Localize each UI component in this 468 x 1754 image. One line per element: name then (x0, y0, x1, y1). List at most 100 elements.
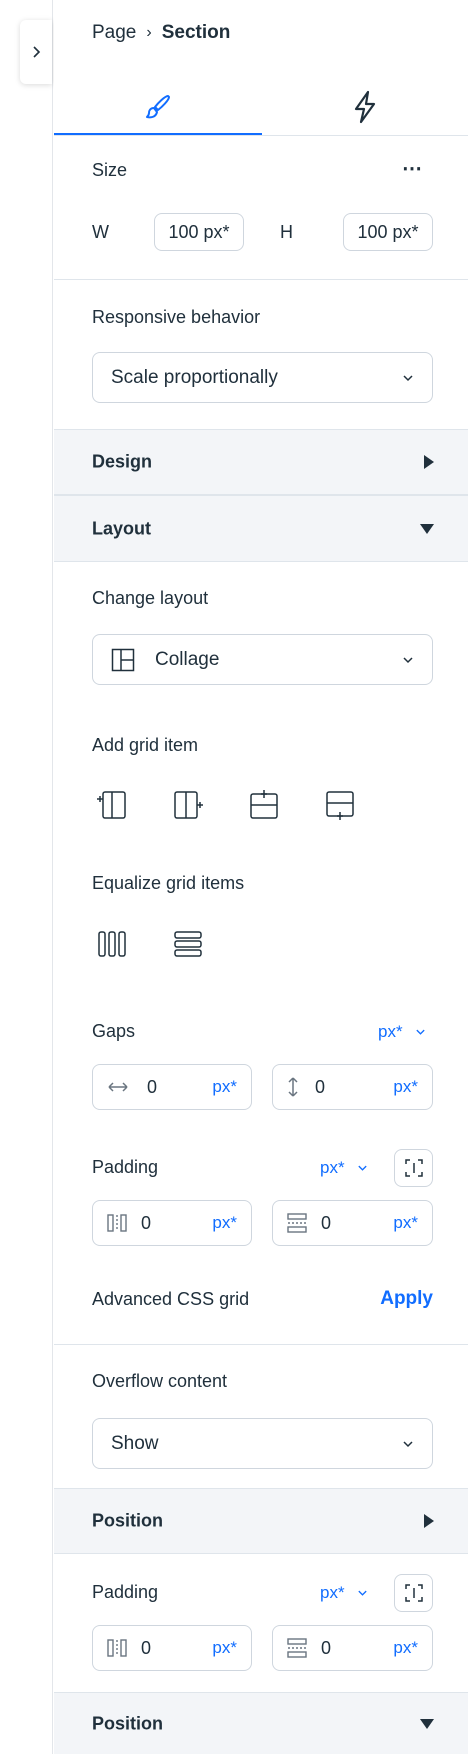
height-value: 100 px* (357, 221, 419, 242)
chevron-down-icon (403, 656, 413, 663)
width-label: W (92, 222, 109, 242)
add-grid-item-label: Add grid item (92, 735, 199, 755)
add-row-top-button[interactable] (244, 785, 284, 825)
horizontal-padding-unit: px* (212, 1638, 237, 1657)
vertical-padding-input[interactable]: 0 px* (272, 1200, 433, 1246)
horizontal-padding-unit: px* (212, 1213, 237, 1232)
apply-css-grid-button[interactable]: Apply (380, 1288, 433, 1310)
layout-title: Layout (92, 518, 152, 538)
vertical-gap-value: 0 (315, 1076, 326, 1097)
vertical-gap-unit: px* (393, 1077, 418, 1096)
horizontal-padding-value: 0 (141, 1212, 152, 1233)
change-layout-dropdown[interactable]: Collage (92, 634, 433, 685)
vertical-gap-input[interactable]: 0 px* (272, 1064, 433, 1110)
horizontal-gap-input[interactable]: 0 px* (92, 1064, 252, 1110)
divider (54, 1344, 468, 1345)
lightning-icon (354, 90, 376, 124)
responsive-behavior-dropdown[interactable]: Scale proportionally (92, 352, 433, 403)
position-title: Position (92, 1510, 163, 1531)
chevron-down-icon (357, 1590, 367, 1596)
design-title: Design (92, 451, 153, 472)
width-value: 100 px* (168, 221, 230, 242)
vertical-padding-value: 0 (321, 1637, 332, 1658)
position-section-header[interactable]: Position (54, 1488, 468, 1554)
divider (54, 279, 468, 280)
tabs-divider (54, 135, 468, 136)
padding-unit-value: px* (320, 1158, 345, 1177)
padding-individual-sides-button[interactable] (394, 1574, 433, 1612)
responsive-behavior-value: Scale proportionally (111, 366, 278, 388)
breadcrumb-page[interactable]: Page (92, 22, 136, 44)
equalize-rows-button[interactable] (168, 924, 208, 964)
triangle-right-icon (424, 1514, 434, 1528)
change-layout-label: Change layout (92, 588, 209, 608)
overflow-content-value: Show (111, 1432, 159, 1454)
vertical-padding-input[interactable]: 0 px* (272, 1625, 433, 1671)
position-title: Position (92, 1713, 163, 1733)
tab-interactions[interactable] (262, 78, 468, 136)
inspector-panel: Page › Section Size ⋯ W 100 px* H 100 px… (54, 0, 468, 1754)
brush-icon (146, 95, 170, 119)
add-column-left-button[interactable] (92, 785, 132, 825)
chevron-right-icon (33, 46, 41, 58)
vertical-padding-unit: px* (393, 1213, 418, 1232)
equalize-columns-icon (98, 931, 126, 957)
triangle-down-icon (420, 523, 434, 534)
horizontal-padding-icon (107, 1214, 127, 1232)
add-row-top-icon (250, 790, 278, 819)
design-section-header[interactable]: Design (54, 429, 468, 495)
gaps-unit-select[interactable]: px* (378, 1022, 426, 1042)
chevron-down-icon (403, 1440, 413, 1447)
expand-panel-button[interactable] (20, 20, 52, 84)
breadcrumb: Page › Section (92, 22, 230, 44)
more-options-icon[interactable]: ⋯ (402, 156, 423, 181)
height-input[interactable]: 100 px* (343, 213, 433, 251)
vertical-arrows-icon (288, 1077, 298, 1097)
size-title: Size (92, 160, 128, 180)
gaps-unit-value: px* (378, 1022, 403, 1041)
position-section-header[interactable]: Position (54, 1692, 468, 1754)
gaps-label: Gaps (92, 1021, 136, 1041)
chevron-down-icon (403, 374, 413, 381)
vertical-padding-icon (287, 1638, 307, 1658)
height-label: H (280, 222, 293, 242)
horizontal-padding-icon (107, 1639, 127, 1657)
add-row-bottom-button[interactable] (320, 785, 360, 825)
breadcrumb-separator: › (146, 24, 152, 41)
triangle-down-icon (420, 1718, 434, 1729)
horizontal-arrows-icon (108, 1082, 128, 1092)
padding-label: Padding (92, 1157, 159, 1177)
padding-sides-icon (404, 1159, 423, 1177)
vertical-padding-value: 0 (321, 1212, 332, 1233)
width-input[interactable]: 100 px* (154, 213, 244, 251)
left-strip (0, 0, 53, 1754)
padding-unit-select[interactable]: px* (320, 1583, 368, 1603)
padding-unit-value: px* (320, 1583, 345, 1602)
horizontal-gap-unit: px* (212, 1077, 237, 1096)
horizontal-padding-input[interactable]: 0 px* (92, 1625, 252, 1671)
chevron-down-icon (415, 1029, 425, 1035)
layout-section-header[interactable]: Layout (54, 495, 468, 562)
padding-label: Padding (92, 1582, 159, 1602)
padding-unit-select[interactable]: px* (320, 1158, 368, 1178)
chevron-down-icon (357, 1165, 367, 1171)
add-column-right-icon (174, 791, 203, 819)
change-layout-value: Collage (155, 648, 220, 670)
add-column-left-icon (97, 791, 126, 819)
overflow-content-label: Overflow content (92, 1371, 228, 1391)
advanced-css-grid-label: Advanced CSS grid (92, 1289, 250, 1309)
vertical-padding-unit: px* (393, 1638, 418, 1657)
add-column-right-button[interactable] (168, 785, 208, 825)
equalize-columns-button[interactable] (92, 924, 132, 964)
padding-individual-sides-button[interactable] (394, 1149, 433, 1187)
add-row-bottom-icon (326, 791, 354, 820)
vertical-padding-icon (287, 1213, 307, 1233)
horizontal-padding-input[interactable]: 0 px* (92, 1200, 252, 1246)
equalize-grid-items-label: Equalize grid items (92, 873, 245, 893)
overflow-content-dropdown[interactable]: Show (92, 1418, 433, 1469)
breadcrumb-section: Section (161, 22, 231, 43)
collage-layout-icon (111, 648, 135, 671)
equalize-rows-icon (174, 931, 202, 957)
padding-sides-icon (404, 1584, 423, 1602)
tab-design[interactable] (54, 78, 262, 136)
